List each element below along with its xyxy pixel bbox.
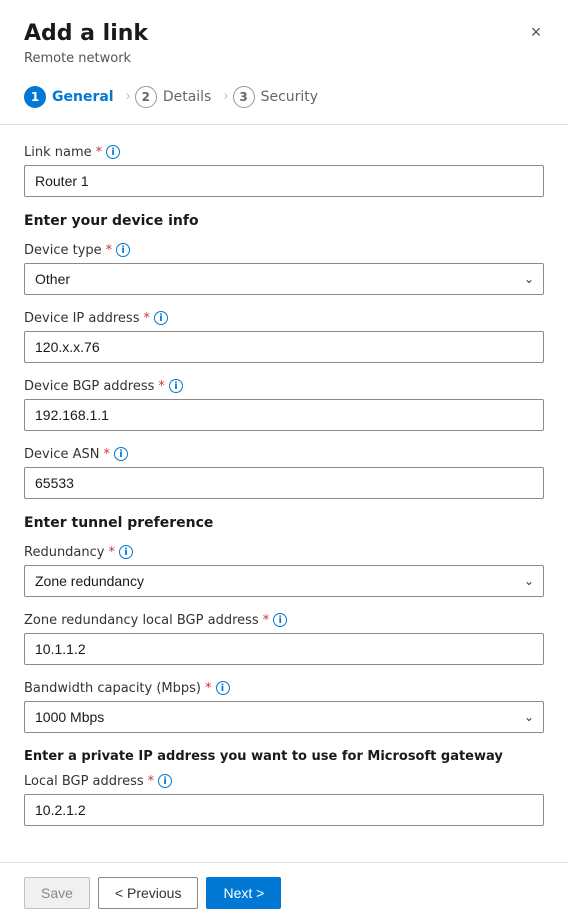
close-button[interactable]: × [522, 18, 550, 46]
device-asn-input[interactable] [24, 467, 544, 499]
modal-footer: Save < Previous Next > [0, 862, 568, 923]
step-2-circle: 2 [135, 86, 157, 108]
device-type-select-wrapper: Other Cisco Juniper Palo Alto Check Poin… [24, 263, 544, 295]
tunnel-heading: Enter tunnel preference [24, 515, 544, 531]
steps-navigation: 1 General › 2 Details › 3 Security [0, 66, 568, 125]
bandwidth-select-wrapper: 500 Mbps 1000 Mbps 2000 Mbps 5000 Mbps ⌄ [24, 701, 544, 733]
zone-bgp-required: * [263, 613, 270, 628]
step-security[interactable]: 3 Security [233, 82, 327, 112]
redundancy-label: Redundancy * i [24, 545, 544, 560]
local-bgp-input[interactable] [24, 794, 544, 826]
device-bgp-input[interactable] [24, 399, 544, 431]
bandwidth-select[interactable]: 500 Mbps 1000 Mbps 2000 Mbps 5000 Mbps [24, 701, 544, 733]
local-bgp-info-icon[interactable]: i [158, 774, 172, 788]
device-type-info-icon[interactable]: i [116, 243, 130, 257]
device-asn-required: * [103, 447, 110, 462]
device-bgp-label: Device BGP address * i [24, 379, 544, 394]
step-separator-2: › [223, 89, 228, 104]
next-button[interactable]: Next > [206, 877, 281, 909]
device-bgp-required: * [158, 379, 165, 394]
redundancy-group: Redundancy * i Zone redundancy No redund… [24, 545, 544, 597]
link-name-required: * [96, 145, 103, 160]
bandwidth-required: * [205, 681, 212, 696]
step-2-label: Details [163, 89, 212, 105]
device-type-select[interactable]: Other Cisco Juniper Palo Alto Check Poin… [24, 263, 544, 295]
device-type-group: Device type * i Other Cisco Juniper Palo… [24, 243, 544, 295]
bandwidth-group: Bandwidth capacity (Mbps) * i 500 Mbps 1… [24, 681, 544, 733]
step-3-circle: 3 [233, 86, 255, 108]
redundancy-select-wrapper: Zone redundancy No redundancy ⌄ [24, 565, 544, 597]
zone-bgp-label: Zone redundancy local BGP address * i [24, 613, 544, 628]
bandwidth-info-icon[interactable]: i [216, 681, 230, 695]
link-name-group: Link name * i [24, 145, 544, 197]
local-bgp-required: * [148, 774, 155, 789]
step-3-label: Security [261, 89, 319, 105]
device-asn-label: Device ASN * i [24, 447, 544, 462]
device-bgp-group: Device BGP address * i [24, 379, 544, 431]
device-ip-input[interactable] [24, 331, 544, 363]
device-asn-info-icon[interactable]: i [114, 447, 128, 461]
device-ip-group: Device IP address * i [24, 311, 544, 363]
link-name-input[interactable] [24, 165, 544, 197]
device-ip-info-icon[interactable]: i [154, 311, 168, 325]
device-bgp-info-icon[interactable]: i [169, 379, 183, 393]
local-bgp-label: Local BGP address * i [24, 774, 544, 789]
redundancy-info-icon[interactable]: i [119, 545, 133, 559]
save-button[interactable]: Save [24, 877, 90, 909]
link-name-info-icon[interactable]: i [106, 145, 120, 159]
device-info-heading: Enter your device info [24, 213, 544, 229]
zone-bgp-group: Zone redundancy local BGP address * i [24, 613, 544, 665]
device-ip-required: * [143, 311, 150, 326]
add-link-modal: Add a link Remote network × 1 General › … [0, 0, 568, 923]
gateway-heading: Enter a private IP address you want to u… [24, 749, 544, 764]
step-general[interactable]: 1 General [24, 82, 122, 112]
redundancy-required: * [108, 545, 115, 560]
device-asn-group: Device ASN * i [24, 447, 544, 499]
modal-header: Add a link Remote network × [0, 0, 568, 66]
previous-button[interactable]: < Previous [98, 877, 199, 909]
device-ip-label: Device IP address * i [24, 311, 544, 326]
step-1-label: General [52, 89, 114, 105]
bandwidth-label: Bandwidth capacity (Mbps) * i [24, 681, 544, 696]
zone-bgp-input[interactable] [24, 633, 544, 665]
modal-title: Add a link [24, 20, 544, 49]
link-name-label: Link name * i [24, 145, 544, 160]
step-details[interactable]: 2 Details [135, 82, 220, 112]
step-separator-1: › [126, 89, 131, 104]
local-bgp-group: Local BGP address * i [24, 774, 544, 826]
zone-bgp-info-icon[interactable]: i [273, 613, 287, 627]
step-1-circle: 1 [24, 86, 46, 108]
modal-subtitle: Remote network [24, 51, 544, 66]
device-type-required: * [106, 243, 113, 258]
redundancy-select[interactable]: Zone redundancy No redundancy [24, 565, 544, 597]
device-type-label: Device type * i [24, 243, 544, 258]
form-body: Link name * i Enter your device info Dev… [0, 125, 568, 862]
